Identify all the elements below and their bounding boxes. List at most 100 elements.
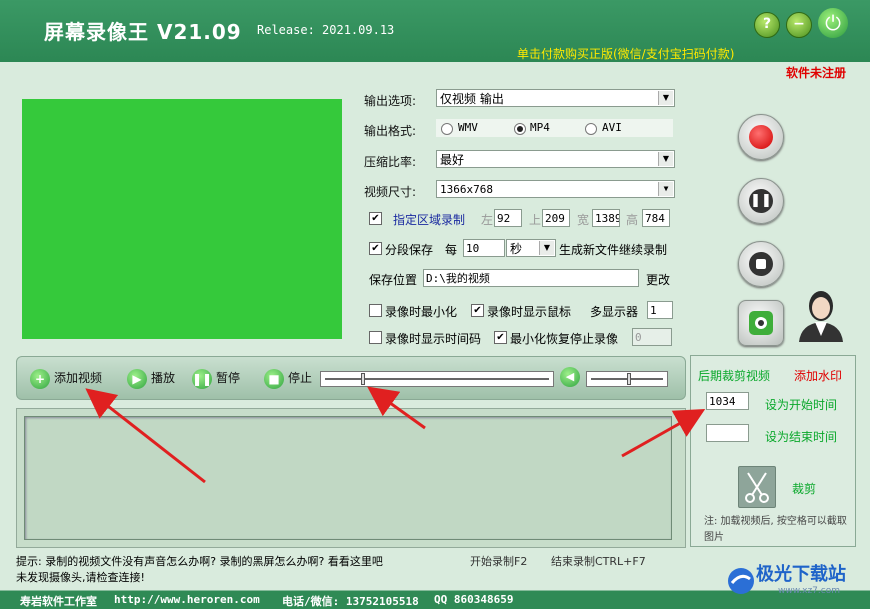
help-button[interactable]: ?: [754, 12, 780, 38]
website-link[interactable]: http://www.heroren.com: [114, 593, 260, 606]
format-wmv-label: WMV: [458, 121, 478, 134]
start-time-input[interactable]: 1034: [706, 392, 749, 410]
save-path-input[interactable]: D:\我的视频: [423, 269, 639, 287]
output-format-label: 输出格式:: [364, 124, 417, 138]
pause-record-button[interactable]: ❚❚: [738, 178, 784, 224]
add-video-label: 添加视频: [54, 371, 103, 385]
add-watermark-link[interactable]: 添加水印: [794, 367, 842, 384]
size-value: 1366x768: [440, 183, 493, 196]
chevron-down-icon: ▼: [658, 182, 673, 196]
format-mp4-label: MP4: [530, 121, 550, 134]
progress-slider[interactable]: [320, 371, 554, 387]
watermark-url: www.xz7.com: [778, 586, 840, 596]
left-input[interactable]: 92: [494, 209, 522, 227]
output-option-value: 仅视频 输出: [440, 92, 504, 106]
width-label: 宽: [577, 213, 590, 227]
min-label: 录像时最小化: [385, 305, 458, 319]
end-time-input[interactable]: [706, 424, 749, 442]
restore-label: 最小化恢复停止录像: [510, 332, 619, 346]
progress-track: [325, 378, 549, 380]
record-button[interactable]: [738, 114, 784, 160]
restore-input[interactable]: 0: [632, 328, 672, 346]
set-start-button[interactable]: 设为开始时间: [765, 396, 837, 413]
multi-monitor-label: 多显示器: [590, 305, 639, 319]
unit-value: 秒: [510, 242, 523, 256]
preview-area: [22, 99, 342, 339]
play-label: 播放: [151, 371, 176, 385]
camera-status: 未发现摄像头,请检查连接!: [16, 571, 145, 584]
stop-icon: [749, 252, 773, 276]
segment-label: 分段保存: [385, 243, 434, 257]
stop-button[interactable]: ■ 停止: [264, 365, 312, 391]
radio-avi[interactable]: [585, 123, 597, 135]
every-label: 每: [445, 243, 458, 257]
power-icon[interactable]: ⏻: [818, 8, 848, 38]
height-input[interactable]: 784: [642, 209, 670, 227]
avatar-icon: [795, 286, 847, 342]
volume-slider[interactable]: [586, 371, 668, 387]
cursor-label: 录像时显示鼠标: [487, 305, 572, 319]
pause-icon: ❚❚: [749, 189, 773, 213]
output-option-select[interactable]: 仅视频 输出 ▼: [436, 89, 675, 107]
cursor-checkbox[interactable]: ✔: [471, 304, 484, 317]
top-input[interactable]: 209: [542, 209, 570, 227]
stop-record-button[interactable]: [738, 241, 784, 287]
pause-icon: ❚❚: [192, 368, 212, 389]
change-button[interactable]: 更改: [646, 271, 670, 288]
output-option-label: 输出选项:: [364, 94, 417, 108]
buy-link[interactable]: 单击付款购买正版(微信/支付宝扫码付款): [517, 45, 734, 62]
registration-status: 软件未注册: [786, 66, 847, 80]
studio-name: 寿岩软件工作室: [20, 595, 97, 608]
width-input[interactable]: 1389: [592, 209, 620, 227]
chevron-down-icon: ▼: [539, 241, 554, 255]
cut-button[interactable]: 裁剪: [792, 480, 816, 497]
format-avi-label: AVI: [602, 121, 622, 134]
release-date: Release: 2021.09.13: [257, 23, 395, 37]
segment-checkbox[interactable]: ✔: [369, 242, 382, 255]
video-list[interactable]: [24, 416, 672, 540]
app-title: 屏幕录像王 V21.09: [44, 20, 242, 44]
contact-phone: 电话/微信: 13752105518: [282, 595, 419, 608]
trim-title: 后期裁剪视频: [698, 369, 771, 383]
volume-thumb[interactable]: [627, 373, 631, 385]
radio-wmv[interactable]: [441, 123, 453, 135]
stop-label: 停止: [288, 371, 313, 385]
compression-select[interactable]: 最好 ▼: [436, 150, 675, 168]
play-button[interactable]: ▶ 播放: [127, 365, 175, 391]
min-checkbox[interactable]: [369, 304, 382, 317]
set-end-button[interactable]: 设为结束时间: [765, 428, 837, 445]
left-label: 左: [481, 213, 494, 227]
start-hotkey: 开始录制F2: [470, 555, 528, 568]
camera-button[interactable]: [738, 300, 784, 346]
play-icon: ▶: [127, 368, 147, 389]
timecode-checkbox[interactable]: [369, 331, 382, 344]
progress-thumb[interactable]: [361, 373, 365, 385]
pause-label: 暂停: [216, 371, 241, 385]
end-hotkey: 结束录制CTRL+F7: [551, 555, 646, 568]
unit-select[interactable]: 秒 ▼: [506, 239, 556, 257]
tip-link[interactable]: 提示: 录制的视频文件没有声音怎么办啊? 录制的黑屏怎么办啊? 看看这里吧: [16, 553, 383, 569]
minimize-button[interactable]: −: [786, 12, 812, 38]
radio-mp4[interactable]: [514, 123, 526, 135]
add-video-button[interactable]: + 添加视频: [30, 365, 102, 391]
height-label: 高: [626, 213, 639, 227]
save-location-label: 保存位置: [369, 273, 418, 287]
site-watermark: 极光下载站 www.xz7.com: [726, 560, 866, 606]
record-icon: [749, 125, 773, 149]
multi-monitor-input[interactable]: 1: [647, 301, 673, 319]
region-checkbox[interactable]: ✔: [369, 212, 382, 225]
size-select[interactable]: 1366x768 ▼: [436, 180, 675, 198]
segment-suffix: 生成新文件继续录制: [559, 243, 668, 257]
restore-checkbox[interactable]: ✔: [494, 331, 507, 344]
watermark-text: 极光下载站: [756, 564, 846, 585]
stop-icon: ■: [264, 368, 284, 389]
camera-icon: [749, 311, 773, 335]
size-label: 视频尺寸:: [364, 185, 417, 199]
aurora-logo-icon: [728, 568, 754, 594]
plus-icon: +: [30, 368, 50, 389]
pause-button[interactable]: ❚❚ 暂停: [192, 365, 240, 391]
timecode-label: 录像时显示时间码: [385, 332, 482, 346]
scissors-icon[interactable]: [738, 466, 776, 508]
every-input[interactable]: 10: [463, 239, 505, 257]
compression-label: 压缩比率:: [364, 155, 417, 169]
